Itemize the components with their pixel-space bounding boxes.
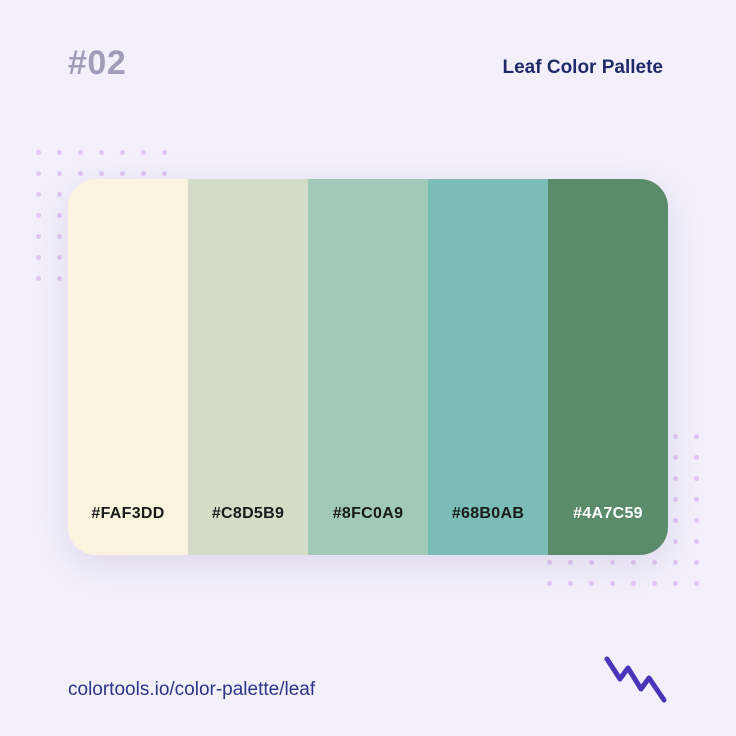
palette-number: #02 [68, 44, 127, 82]
decor-dot [36, 150, 41, 155]
decor-dot [141, 171, 146, 176]
decor-dot [694, 434, 699, 439]
color-swatch[interactable]: #68B0AB [428, 179, 548, 555]
decor-dot [694, 518, 699, 523]
decor-dot [568, 560, 573, 565]
decor-dot [694, 539, 699, 544]
decor-dot [673, 434, 678, 439]
decor-dot [120, 171, 125, 176]
decor-dot [57, 255, 62, 260]
decor-dot [631, 581, 636, 586]
decor-dot [57, 150, 62, 155]
decor-dot [36, 234, 41, 239]
decor-dot [547, 581, 552, 586]
decor-dot [99, 171, 104, 176]
palette-card: #FAF3DD #C8D5B9 #8FC0A9 #68B0AB #4A7C59 [68, 179, 668, 555]
palette-page: #02 Leaf Color Pallete #FAF3DD #C8D5B9 #… [0, 0, 736, 736]
decor-dot [610, 581, 615, 586]
color-swatch[interactable]: #8FC0A9 [308, 179, 428, 555]
decor-dot [610, 560, 615, 565]
decor-dot [78, 171, 83, 176]
swatch-hex-label: #4A7C59 [573, 505, 643, 522]
decor-dot [36, 171, 41, 176]
decor-dot [162, 171, 167, 176]
swatch-hex-label: #C8D5B9 [211, 505, 285, 522]
decor-dot [57, 213, 62, 218]
decor-dot [36, 192, 41, 197]
decor-dot [36, 276, 41, 281]
decor-dot [57, 171, 62, 176]
color-swatch[interactable]: #FAF3DD [68, 179, 188, 555]
swatch-hex-label: #8FC0A9 [332, 505, 404, 522]
swatch-hex-label: #68B0AB [451, 505, 525, 522]
decor-dot [694, 476, 699, 481]
color-swatch[interactable]: #4A7C59 [548, 179, 668, 555]
decor-dot [36, 255, 41, 260]
decor-dot [673, 581, 678, 586]
swatch-hex-label: #FAF3DD [91, 505, 165, 522]
palette-url-link[interactable]: colortools.io/color-palette/leaf [68, 679, 315, 701]
palette-title: Leaf Color Pallete [502, 57, 664, 78]
decor-dot [568, 581, 573, 586]
zigzag-icon [604, 656, 667, 703]
decor-dot [673, 518, 678, 523]
decor-dot [589, 560, 594, 565]
decor-dot [673, 560, 678, 565]
decor-dot [673, 497, 678, 502]
decor-dot [694, 455, 699, 460]
color-swatch[interactable]: #C8D5B9 [188, 179, 308, 555]
decor-dot [162, 150, 167, 155]
decor-dot [78, 150, 83, 155]
decor-dot [652, 581, 657, 586]
decor-dot [99, 150, 104, 155]
decor-dot [141, 150, 146, 155]
decor-dot [57, 234, 62, 239]
decor-dot [694, 497, 699, 502]
decor-dot [673, 476, 678, 481]
decor-dot [631, 560, 636, 565]
decor-dot [36, 213, 41, 218]
decor-dot [547, 560, 552, 565]
decor-dot [57, 276, 62, 281]
decor-dot [673, 455, 678, 460]
decor-dot [694, 581, 699, 586]
decor-dot [673, 539, 678, 544]
decor-dot [694, 560, 699, 565]
decor-dot [120, 150, 125, 155]
decor-dot [652, 560, 657, 565]
decor-dot [589, 581, 594, 586]
decor-dot [57, 192, 62, 197]
